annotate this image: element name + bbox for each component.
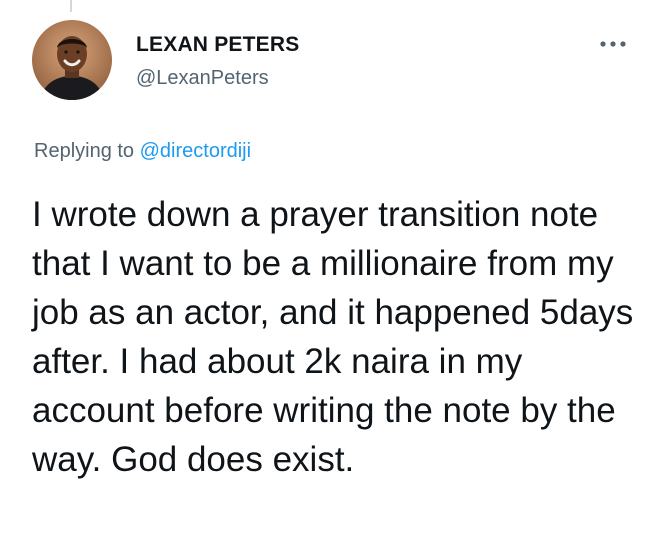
- avatar-image: [32, 20, 112, 100]
- tweet-text: I wrote down a prayer transition note th…: [32, 195, 634, 479]
- replying-to-label: Replying to: [34, 140, 135, 162]
- display-name[interactable]: LEXAN PETERS: [136, 33, 299, 57]
- avatar[interactable]: [32, 20, 112, 100]
- replying-to-line: Replying to @directordiji: [34, 140, 251, 163]
- replying-to-mention-link[interactable]: @directordiji: [140, 140, 251, 162]
- more-horizontal-icon[interactable]: [596, 34, 630, 54]
- tweet: LEXAN PETERS @LexanPeters Replying to @d…: [0, 0, 661, 555]
- user-handle[interactable]: @LexanPeters: [136, 67, 269, 90]
